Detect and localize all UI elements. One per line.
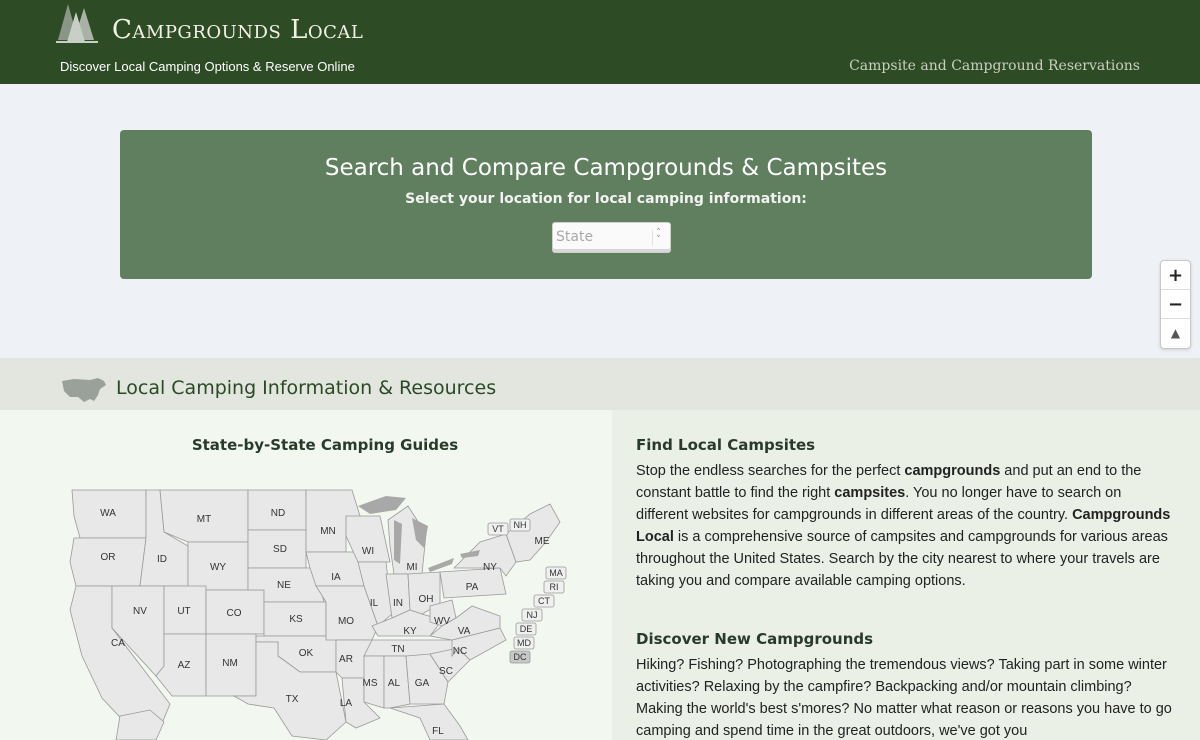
discover-campgrounds-text: Hiking? Fishing? Photographing the treme… [636, 657, 1172, 739]
state-label-ma: MA [549, 568, 563, 578]
search-panel: Search and Compare Campgrounds & Campsit… [120, 130, 1092, 279]
state-label-id: ID [157, 554, 167, 565]
guides-title: State-by-State Camping Guides [191, 436, 459, 454]
state-label-ct: CT [538, 596, 550, 606]
state-label-ut: UT [177, 606, 190, 617]
state-label-ri: RI [550, 582, 559, 592]
us-states-map[interactable]: WA OR CA ID NV MT WY UT AZ CO NM ND SD NE KS OK TX MN IA MO… [60, 476, 580, 740]
state-label-ga: GA [415, 678, 430, 689]
state-label-or: OR [101, 552, 116, 563]
state-label-ia: IA [331, 572, 341, 583]
search-title: Search and Compare Campgrounds & Campsit… [324, 155, 888, 181]
state-label-dc: DC [514, 652, 527, 662]
state-label-nd: ND [271, 508, 285, 519]
state-label-oh: OH [419, 594, 434, 605]
site-tagline: Discover Local Camping Options & Reserve… [60, 59, 355, 74]
search-subtitle: Select your location for local camping i… [405, 191, 807, 207]
usa-map-icon [62, 378, 106, 402]
state-label-vt: VT [492, 524, 504, 534]
state-guides-column: State-by-State Camping Guides WA OR CA I… [0, 410, 612, 740]
state-label-nc: NC [453, 646, 467, 657]
header-reservations-text: Campsite and Campground Reservations [849, 58, 1140, 74]
zoom-in-button[interactable]: + [1161, 261, 1190, 290]
reset-north-button[interactable]: ▲ [1161, 319, 1190, 348]
state-label-mn: MN [320, 526, 336, 537]
state-label-mt: MT [197, 514, 211, 525]
state-label-nm: NM [222, 658, 238, 669]
state-select-placeholder: State [556, 229, 594, 245]
zoom-out-button[interactable]: − [1161, 290, 1190, 319]
state-label-pa: PA [466, 582, 479, 593]
select-arrows-icon: ˄ ˅ [652, 229, 664, 246]
state-label-ne: NE [277, 580, 291, 591]
state-label-wy: WY [210, 562, 226, 573]
lake-erie [428, 558, 454, 572]
state-label-wv: WV [434, 616, 450, 627]
state-label-va: VA [458, 626, 471, 637]
state-label-ok: OK [299, 648, 314, 659]
state-label-tx: TX [286, 694, 299, 705]
resources-band: Local Camping Information & Resources [0, 358, 1200, 410]
state-label-in: IN [393, 598, 403, 609]
state-label-ar: AR [339, 654, 353, 665]
state-label-mo: MO [338, 616, 354, 627]
state-label-ky: KY [403, 626, 417, 637]
pine-trees-icon[interactable] [54, 2, 100, 46]
state-label-co: CO [227, 608, 242, 619]
info-column: Find Local Campsites Stop the endless se… [612, 410, 1200, 740]
state-label-nv: NV [133, 606, 147, 617]
state-label-ca: CA [111, 638, 125, 649]
state-label-il: IL [370, 598, 379, 609]
find-campsites-text: Stop the endless searches for the perfec… [636, 463, 1171, 589]
state-label-nj: NJ [527, 610, 538, 620]
map-zoom-controls: + − ▲ [1160, 260, 1191, 349]
state-label-de: DE [520, 624, 533, 634]
state-label-mi: MI [406, 562, 417, 573]
state-label-sd: SD [273, 544, 287, 555]
state-label-ms: MS [363, 678, 378, 689]
state-label-me: ME [535, 536, 550, 547]
state-fl [389, 703, 469, 740]
state-ne-region [505, 503, 561, 563]
state-label-tn: TN [391, 644, 404, 655]
lake-superior [358, 496, 406, 514]
state-label-fl: FL [432, 726, 444, 737]
state-select[interactable]: State ˄ ˅ [552, 222, 671, 253]
find-campsites-title: Find Local Campsites [636, 436, 816, 454]
state-label-wa: WA [100, 508, 116, 519]
state-label-nh: NH [514, 520, 527, 530]
state-label-az: AZ [178, 660, 191, 671]
site-header: Campgrounds Local Discover Local Camping… [0, 0, 1200, 84]
site-logo-text[interactable]: Campgrounds Local [112, 15, 363, 45]
resources-title: Local Camping Information & Resources [116, 377, 497, 399]
state-label-ny: NY [483, 562, 497, 573]
state-label-al: AL [388, 678, 401, 689]
state-label-ks: KS [289, 614, 303, 625]
state-label-md: MD [517, 638, 531, 648]
state-label-la: LA [340, 698, 353, 709]
state-label-sc: SC [439, 666, 453, 677]
state-label-wi: WI [362, 546, 374, 557]
discover-campgrounds-title: Discover New Campgrounds [636, 630, 874, 648]
